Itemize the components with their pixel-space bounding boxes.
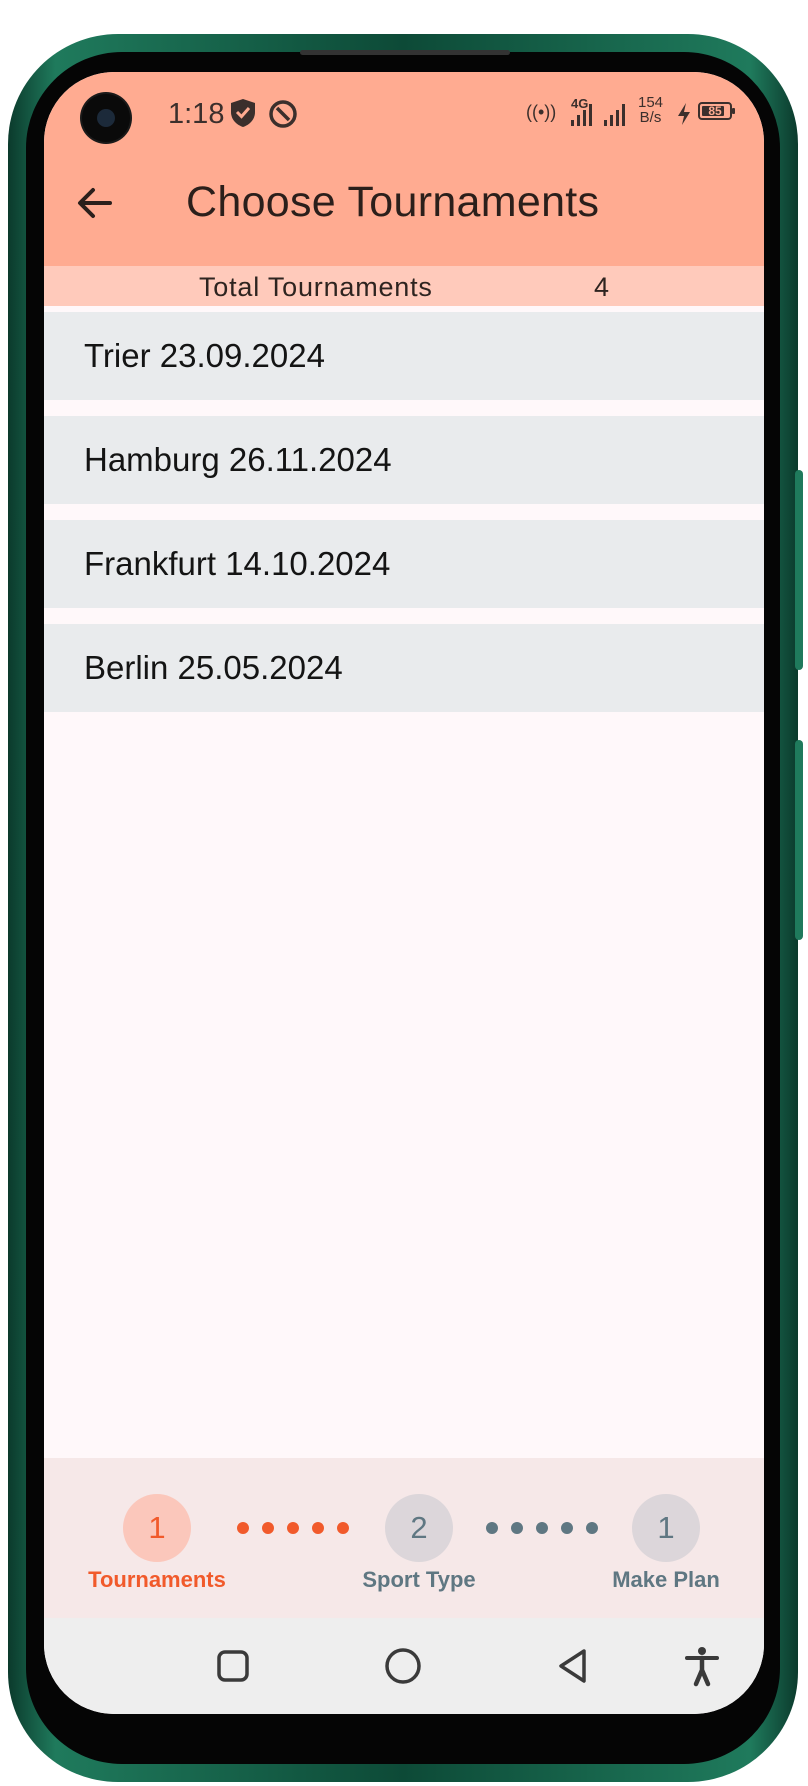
- total-tournaments-label: Total Tournaments: [199, 272, 433, 302]
- progress-dot: [486, 1522, 498, 1534]
- step-3-number: 1: [657, 1510, 675, 1545]
- step-2-number: 2: [410, 1510, 428, 1545]
- back-button[interactable]: [70, 178, 120, 228]
- total-tournaments-count: 4: [594, 272, 610, 302]
- tournament-list: Trier 23.09.2024 Hamburg 26.11.2024 Fran…: [44, 312, 764, 728]
- progress-dot: [312, 1522, 324, 1534]
- power-button: [795, 740, 803, 940]
- tournament-item[interactable]: Frankfurt 14.10.2024: [44, 520, 764, 608]
- progress-dot: [561, 1522, 573, 1534]
- step-1-label: Tournaments: [88, 1567, 226, 1592]
- system-nav-bar: [44, 1618, 764, 1714]
- signal-icon: [571, 104, 592, 126]
- home-icon[interactable]: [381, 1644, 425, 1688]
- tournament-item[interactable]: Hamburg 26.11.2024: [44, 416, 764, 504]
- battery-level: 85: [708, 104, 722, 118]
- accessibility-icon[interactable]: [680, 1644, 724, 1688]
- app-bar: Choose Tournaments: [44, 154, 764, 274]
- tournament-label: Trier 23.09.2024: [84, 337, 325, 374]
- progress-dot: [262, 1522, 274, 1534]
- tournament-label: Frankfurt 14.10.2024: [84, 545, 391, 582]
- status-time: 1:18: [168, 98, 225, 130]
- arrow-left-icon: [78, 188, 112, 218]
- step-2-label: Sport Type: [362, 1567, 476, 1592]
- page-title: Choose Tournaments: [186, 178, 600, 226]
- network-speed-value: 154: [638, 94, 664, 111]
- step-3-circle[interactable]: 1: [632, 1494, 700, 1562]
- progress-dot: [536, 1522, 548, 1534]
- tournament-label: Hamburg 26.11.2024: [84, 441, 392, 478]
- network-speed: 154 B/s: [638, 95, 663, 125]
- recent-apps-icon[interactable]: [211, 1644, 255, 1688]
- tournament-label: Berlin 25.05.2024: [84, 649, 343, 686]
- step-1-circle[interactable]: 1: [123, 1494, 191, 1562]
- progress-dot: [337, 1522, 349, 1534]
- status-bar: 1:18 ((•)) 4G 154 B/s 85: [44, 72, 764, 154]
- sync-icon: [269, 100, 297, 128]
- app-screen: 1:18 ((•)) 4G 154 B/s 85 Choose Tourname…: [44, 72, 764, 1714]
- charging-bolt-icon: [678, 103, 690, 125]
- step-3-label: Make Plan: [612, 1567, 720, 1592]
- back-triangle-icon[interactable]: [551, 1644, 595, 1688]
- network-speed-unit: B/s: [639, 109, 662, 126]
- progress-dot: [586, 1522, 598, 1534]
- progress-dot: [237, 1522, 249, 1534]
- earpiece: [300, 50, 510, 55]
- progress-dot: [287, 1522, 299, 1534]
- signal-icon: [604, 104, 625, 126]
- total-tournaments-bar: Total Tournaments 4: [44, 266, 764, 306]
- step-1-number: 1: [148, 1510, 166, 1545]
- progress-dot: [511, 1522, 523, 1534]
- step-progress: 1 Tournaments 2 Sport Type 1 Make Plan: [44, 1458, 764, 1618]
- step-2-circle[interactable]: 2: [385, 1494, 453, 1562]
- tournament-item[interactable]: Berlin 25.05.2024: [44, 624, 764, 712]
- hotspot-icon: ((•)): [526, 102, 557, 122]
- volume-button: [795, 470, 803, 670]
- front-camera: [82, 94, 130, 142]
- battery-icon: 85: [698, 102, 735, 120]
- shield-icon: [231, 99, 255, 127]
- tournament-item[interactable]: Trier 23.09.2024: [44, 312, 764, 400]
